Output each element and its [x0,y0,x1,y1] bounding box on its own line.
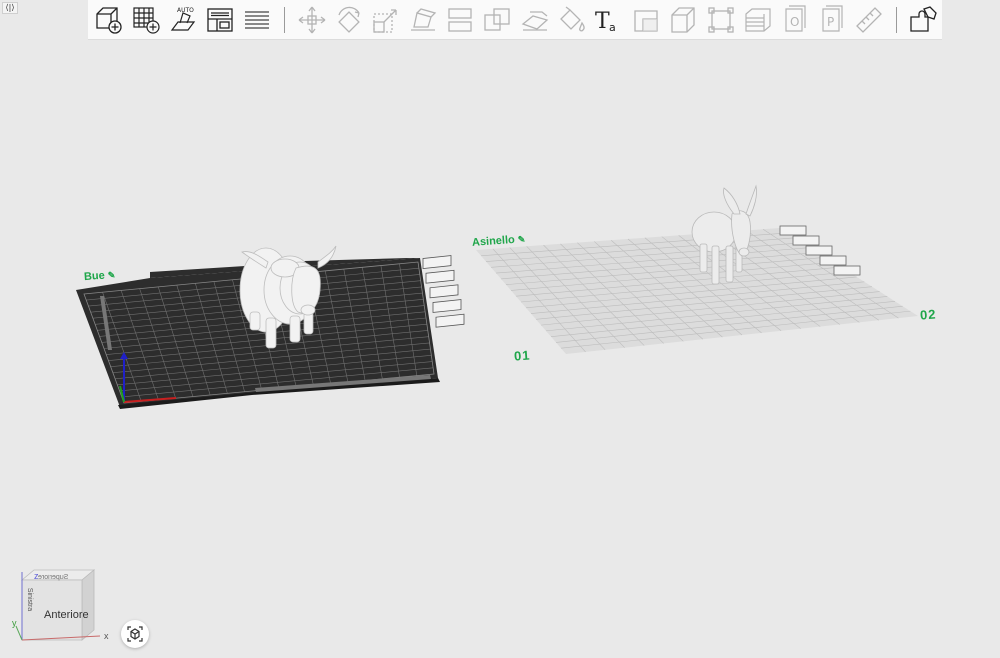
plate-01-name-text: Bue [83,269,106,284]
axis-y-label: y [12,618,17,628]
axis-x-label: x [104,631,109,641]
view-cube-front[interactable]: Anteriore [44,609,89,621]
plate-01-name[interactable]: Bue ✎ [84,269,116,283]
view-cube-top[interactable]: Superiore [38,574,68,581]
reset-view-button[interactable] [121,620,149,648]
plate-02-number: 02 [919,306,937,323]
plate-01-tools[interactable] [422,255,465,328]
edit-name-icon[interactable]: ✎ [517,234,525,245]
view-cube-left[interactable]: Sinistra [26,588,33,611]
view-reset-icon [127,626,143,642]
axis-z-label: z [34,571,39,581]
edit-name-icon[interactable]: ✎ [107,270,115,281]
plate-01-number: 01 [513,347,531,364]
viewport-3d[interactable] [0,0,1000,658]
